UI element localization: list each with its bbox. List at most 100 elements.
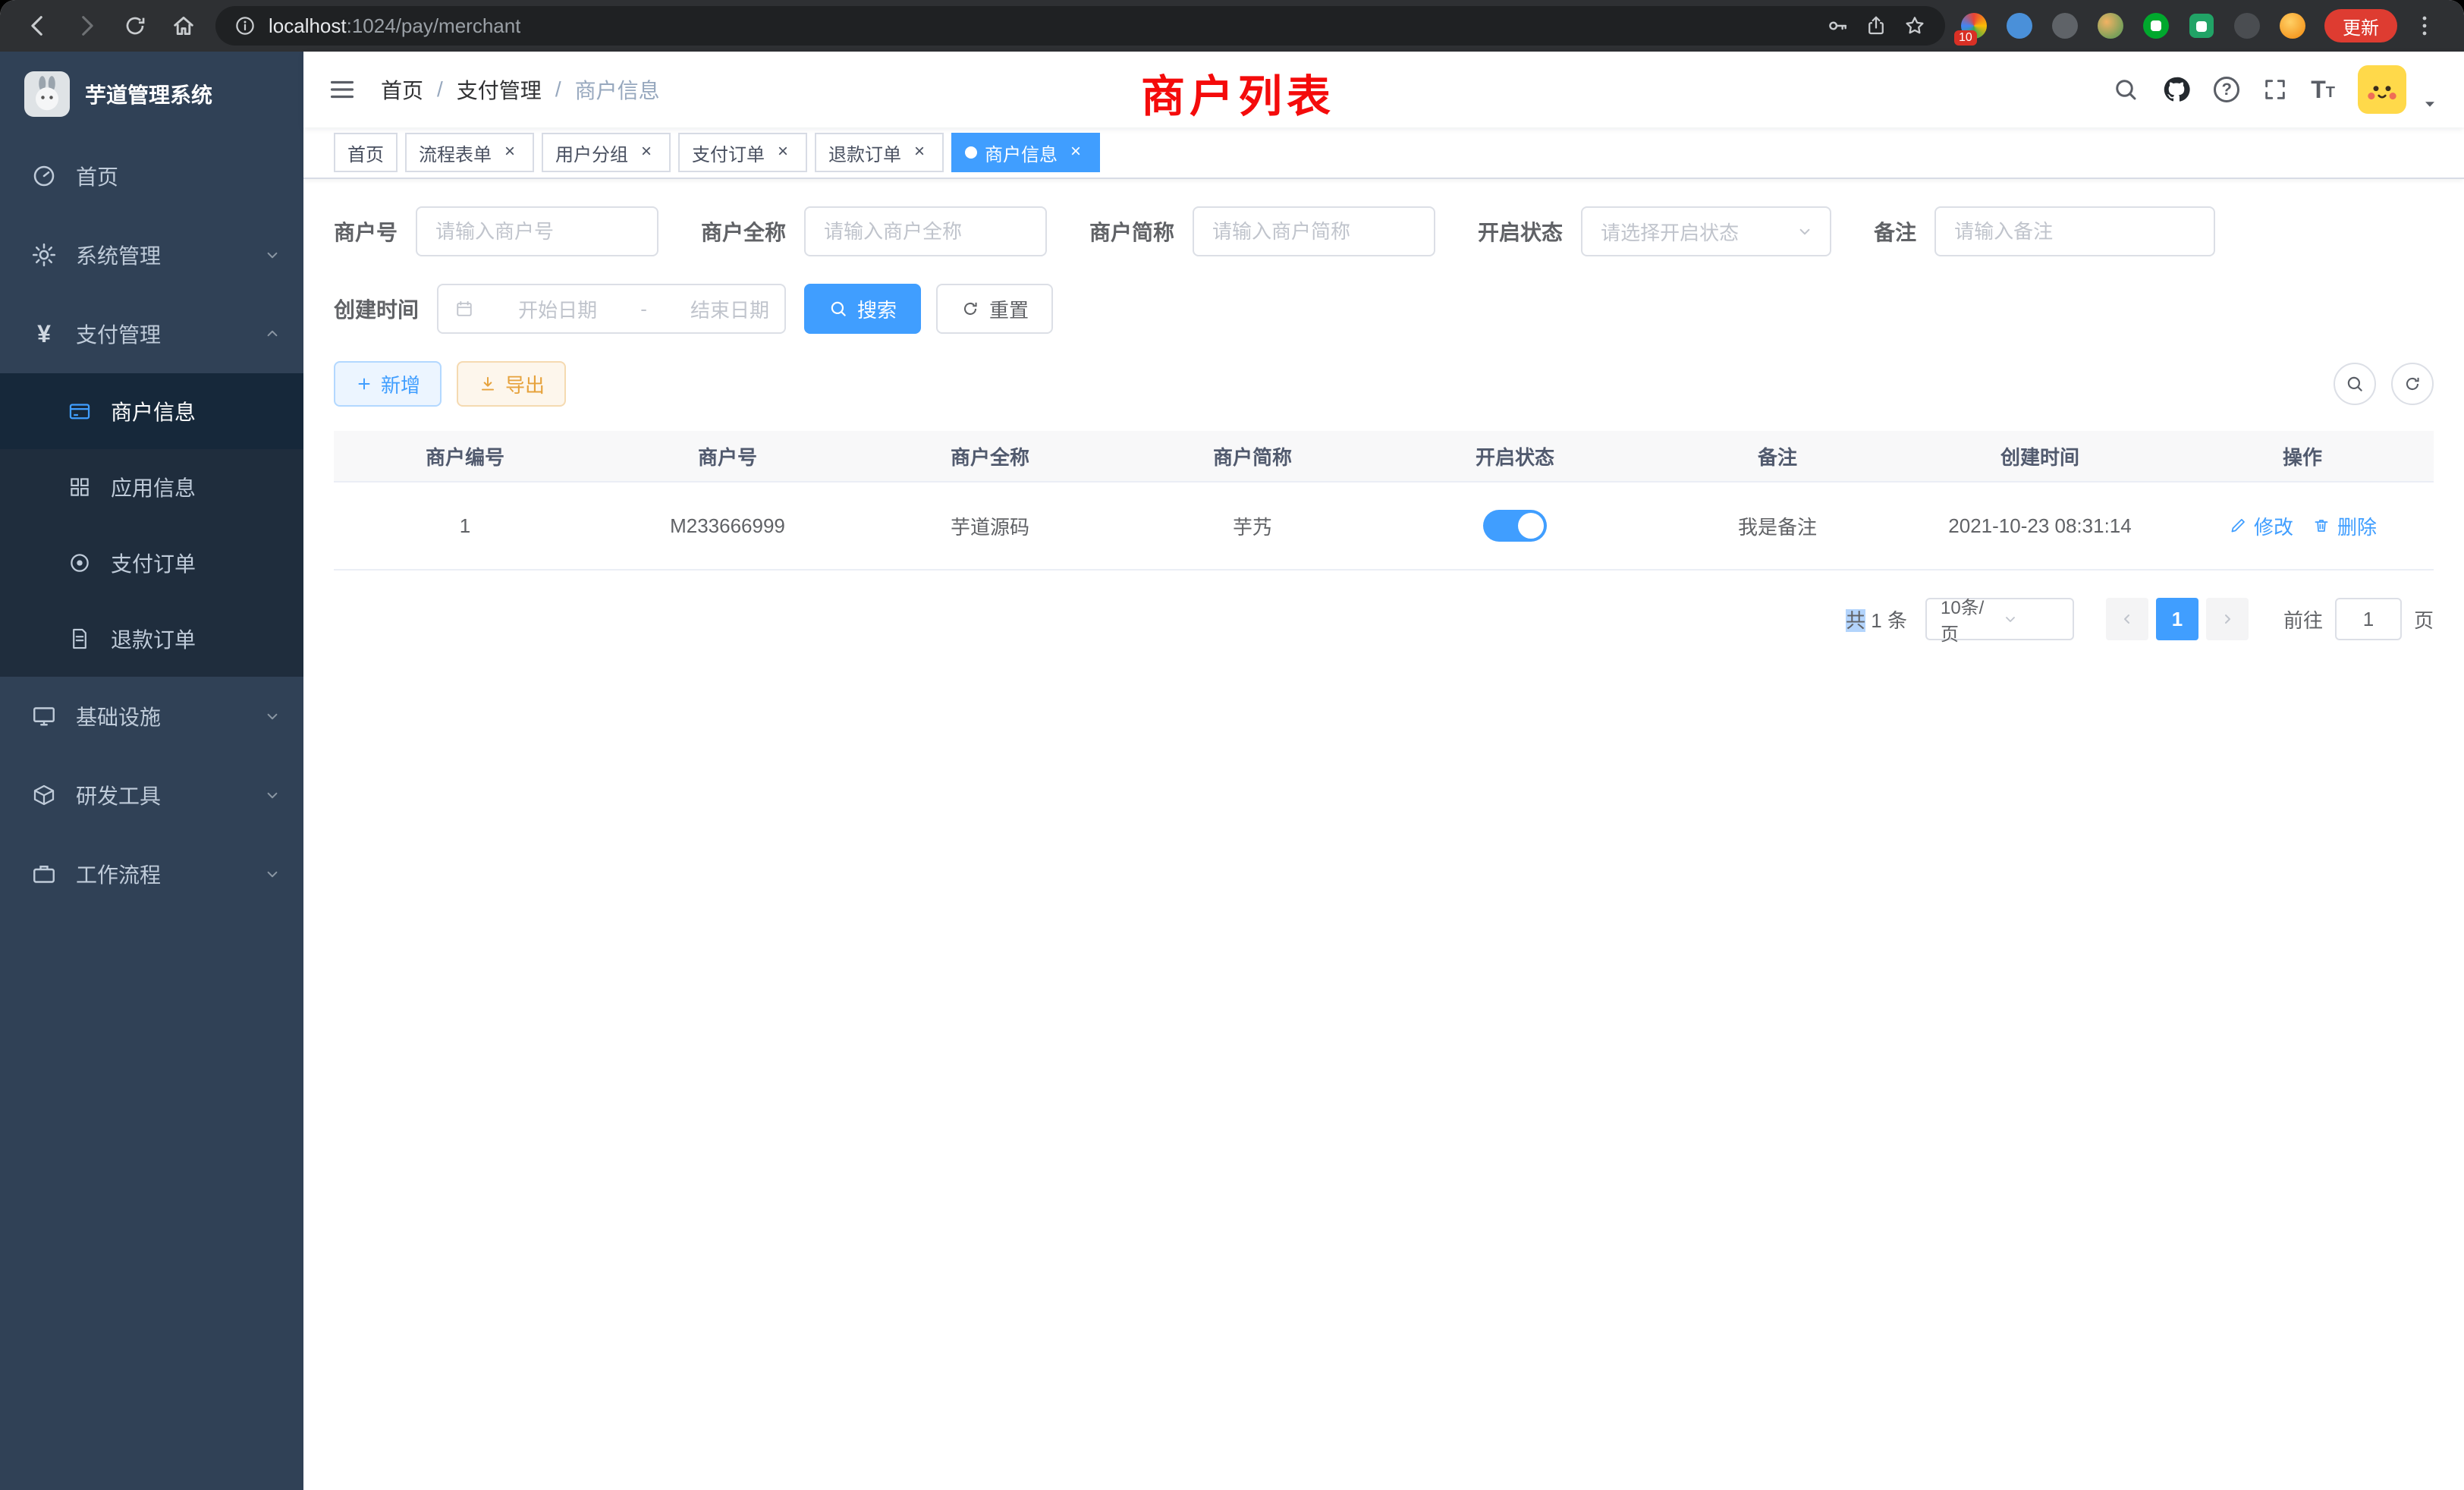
tab-user-group[interactable]: 用户分组× bbox=[542, 133, 671, 172]
tab-close-icon[interactable]: × bbox=[909, 142, 930, 163]
edit-icon bbox=[2228, 516, 2248, 536]
remark-input[interactable] bbox=[1934, 206, 2215, 256]
tab-refund-orders[interactable]: 退款订单× bbox=[815, 133, 944, 172]
sidebar-item-home[interactable]: 首页 bbox=[0, 137, 303, 215]
chevron-down-icon bbox=[262, 785, 282, 805]
app-title: 芋道管理系统 bbox=[85, 79, 212, 109]
page-number-button[interactable]: 1 bbox=[2156, 598, 2198, 640]
page-size-select[interactable]: 10条/页 bbox=[1925, 598, 2074, 640]
status-toggle[interactable] bbox=[1483, 510, 1547, 542]
toggle-search-button[interactable] bbox=[2334, 363, 2376, 405]
browser-home-button[interactable] bbox=[161, 3, 206, 49]
document-icon bbox=[67, 626, 93, 652]
table-row: 1 M233666999 芋道源码 芋艿 我是备注 2021-10-23 08:… bbox=[334, 483, 2434, 571]
calendar-icon bbox=[454, 298, 475, 319]
extension-icon[interactable] bbox=[2091, 6, 2130, 46]
tab-merchant-info[interactable]: 商户信息× bbox=[951, 133, 1100, 172]
browser-reload-button[interactable] bbox=[112, 3, 158, 49]
chevron-down-icon bbox=[1795, 222, 1815, 241]
delete-link[interactable]: 删除 bbox=[2312, 512, 2377, 540]
share-icon[interactable] bbox=[1865, 14, 1887, 37]
fullscreen-icon[interactable] bbox=[2262, 77, 2288, 102]
add-button[interactable]: 新增 bbox=[334, 361, 442, 407]
sidebar-item-dev-tools[interactable]: 研发工具 bbox=[0, 756, 303, 835]
yen-icon: ¥ bbox=[30, 320, 58, 348]
edit-link[interactable]: 修改 bbox=[2228, 512, 2293, 540]
chevron-down-icon bbox=[2001, 610, 2062, 628]
sidebar-item-workflow[interactable]: 工作流程 bbox=[0, 835, 303, 913]
browser-back-button[interactable] bbox=[15, 3, 61, 49]
bookmark-star-icon[interactable] bbox=[1903, 14, 1927, 38]
short-name-input[interactable] bbox=[1193, 206, 1435, 256]
extension-badge: 10 bbox=[1954, 30, 1977, 46]
avatar[interactable] bbox=[2358, 65, 2406, 114]
dashboard-icon bbox=[30, 162, 58, 190]
breadcrumb-payment[interactable]: 支付管理 bbox=[457, 74, 542, 105]
sidebar-item-infrastructure[interactable]: 基础设施 bbox=[0, 677, 303, 756]
chevron-down-icon bbox=[262, 864, 282, 884]
font-size-icon[interactable]: TT bbox=[2311, 77, 2335, 102]
chevron-up-icon bbox=[262, 324, 282, 344]
chevron-left-icon bbox=[2118, 610, 2136, 628]
search-icon bbox=[2345, 374, 2365, 394]
monitor-icon bbox=[30, 703, 58, 730]
extension-icon[interactable] bbox=[2227, 6, 2267, 46]
sidebar-item-merchant-info[interactable]: 商户信息 bbox=[0, 373, 303, 449]
site-info-icon[interactable] bbox=[234, 14, 256, 37]
github-icon[interactable] bbox=[2162, 75, 2191, 104]
prev-page-button[interactable] bbox=[2106, 598, 2148, 640]
create-time-label: 创建时间 bbox=[334, 294, 419, 324]
sidebar-item-refund-orders[interactable]: 退款订单 bbox=[0, 601, 303, 677]
browser-forward-button[interactable] bbox=[64, 3, 109, 49]
full-name-input[interactable] bbox=[804, 206, 1047, 256]
merchant-no-input[interactable] bbox=[416, 206, 658, 256]
app-logo: 芋道管理系统 bbox=[0, 52, 303, 137]
breadcrumb: 首页 / 支付管理 / 商户信息 bbox=[381, 74, 660, 105]
sidebar-item-payment[interactable]: ¥ 支付管理 bbox=[0, 294, 303, 373]
extension-icon[interactable] bbox=[2000, 6, 2039, 46]
cell-merchant-no: M233666999 bbox=[596, 483, 859, 571]
box-icon bbox=[30, 781, 58, 809]
address-bar[interactable]: localhost:1024/pay/merchant bbox=[215, 6, 1945, 46]
extension-icon[interactable] bbox=[2273, 6, 2312, 46]
refresh-icon bbox=[960, 299, 980, 319]
cell-merchant-id: 1 bbox=[334, 483, 596, 571]
help-icon[interactable]: ? bbox=[2214, 77, 2239, 102]
goto-page-input[interactable] bbox=[2335, 598, 2402, 640]
create-time-range-picker[interactable]: 开始日期 - 结束日期 bbox=[437, 284, 786, 334]
top-navbar: 首页 / 支付管理 / 商户信息 商户列表 ? TT bbox=[303, 52, 2464, 127]
extension-icon[interactable] bbox=[2182, 6, 2221, 46]
tab-close-icon[interactable]: × bbox=[1065, 142, 1086, 163]
password-key-icon[interactable] bbox=[1825, 14, 1850, 38]
export-button[interactable]: 导出 bbox=[457, 361, 566, 407]
breadcrumb-home[interactable]: 首页 bbox=[381, 74, 423, 105]
tab-process-form[interactable]: 流程表单× bbox=[405, 133, 534, 172]
search-button[interactable]: 搜索 bbox=[804, 284, 921, 334]
browser-update-button[interactable]: 更新 bbox=[2324, 9, 2397, 42]
tab-close-icon[interactable]: × bbox=[772, 142, 794, 163]
sidebar-item-app-info[interactable]: 应用信息 bbox=[0, 449, 303, 525]
extension-icon[interactable] bbox=[2136, 6, 2176, 46]
logo-rabbit-icon bbox=[24, 71, 70, 117]
avatar-caret-icon[interactable] bbox=[2420, 94, 2440, 114]
search-icon[interactable] bbox=[2112, 76, 2139, 103]
reset-button[interactable]: 重置 bbox=[936, 284, 1053, 334]
goto-suffix: 页 bbox=[2414, 605, 2434, 633]
tab-close-icon[interactable]: × bbox=[636, 142, 657, 163]
sidebar-item-system[interactable]: 系统管理 bbox=[0, 215, 303, 294]
refresh-table-button[interactable] bbox=[2391, 363, 2434, 405]
extension-icon[interactable]: 10 bbox=[1954, 6, 1994, 46]
status-select[interactable]: 请选择开启状态 bbox=[1581, 206, 1831, 256]
sidebar-collapse-icon[interactable] bbox=[328, 75, 357, 104]
tags-view: 首页 流程表单× 用户分组× 支付订单× 退款订单× 商户信息× bbox=[303, 127, 2464, 179]
browser-menu-icon[interactable] bbox=[2406, 8, 2443, 44]
extension-icon[interactable] bbox=[2045, 6, 2085, 46]
tab-home[interactable]: 首页 bbox=[334, 133, 398, 172]
tab-close-icon[interactable]: × bbox=[499, 142, 520, 163]
merchant-no-label: 商户号 bbox=[334, 216, 398, 247]
tab-pay-orders[interactable]: 支付订单× bbox=[678, 133, 807, 172]
next-page-button[interactable] bbox=[2206, 598, 2249, 640]
browser-window: localhost:1024/pay/merchant 10 更新 芋 bbox=[0, 0, 2464, 1490]
sidebar-item-pay-orders[interactable]: 支付订单 bbox=[0, 525, 303, 601]
cell-create-time: 2021-10-23 08:31:14 bbox=[1909, 483, 2171, 571]
